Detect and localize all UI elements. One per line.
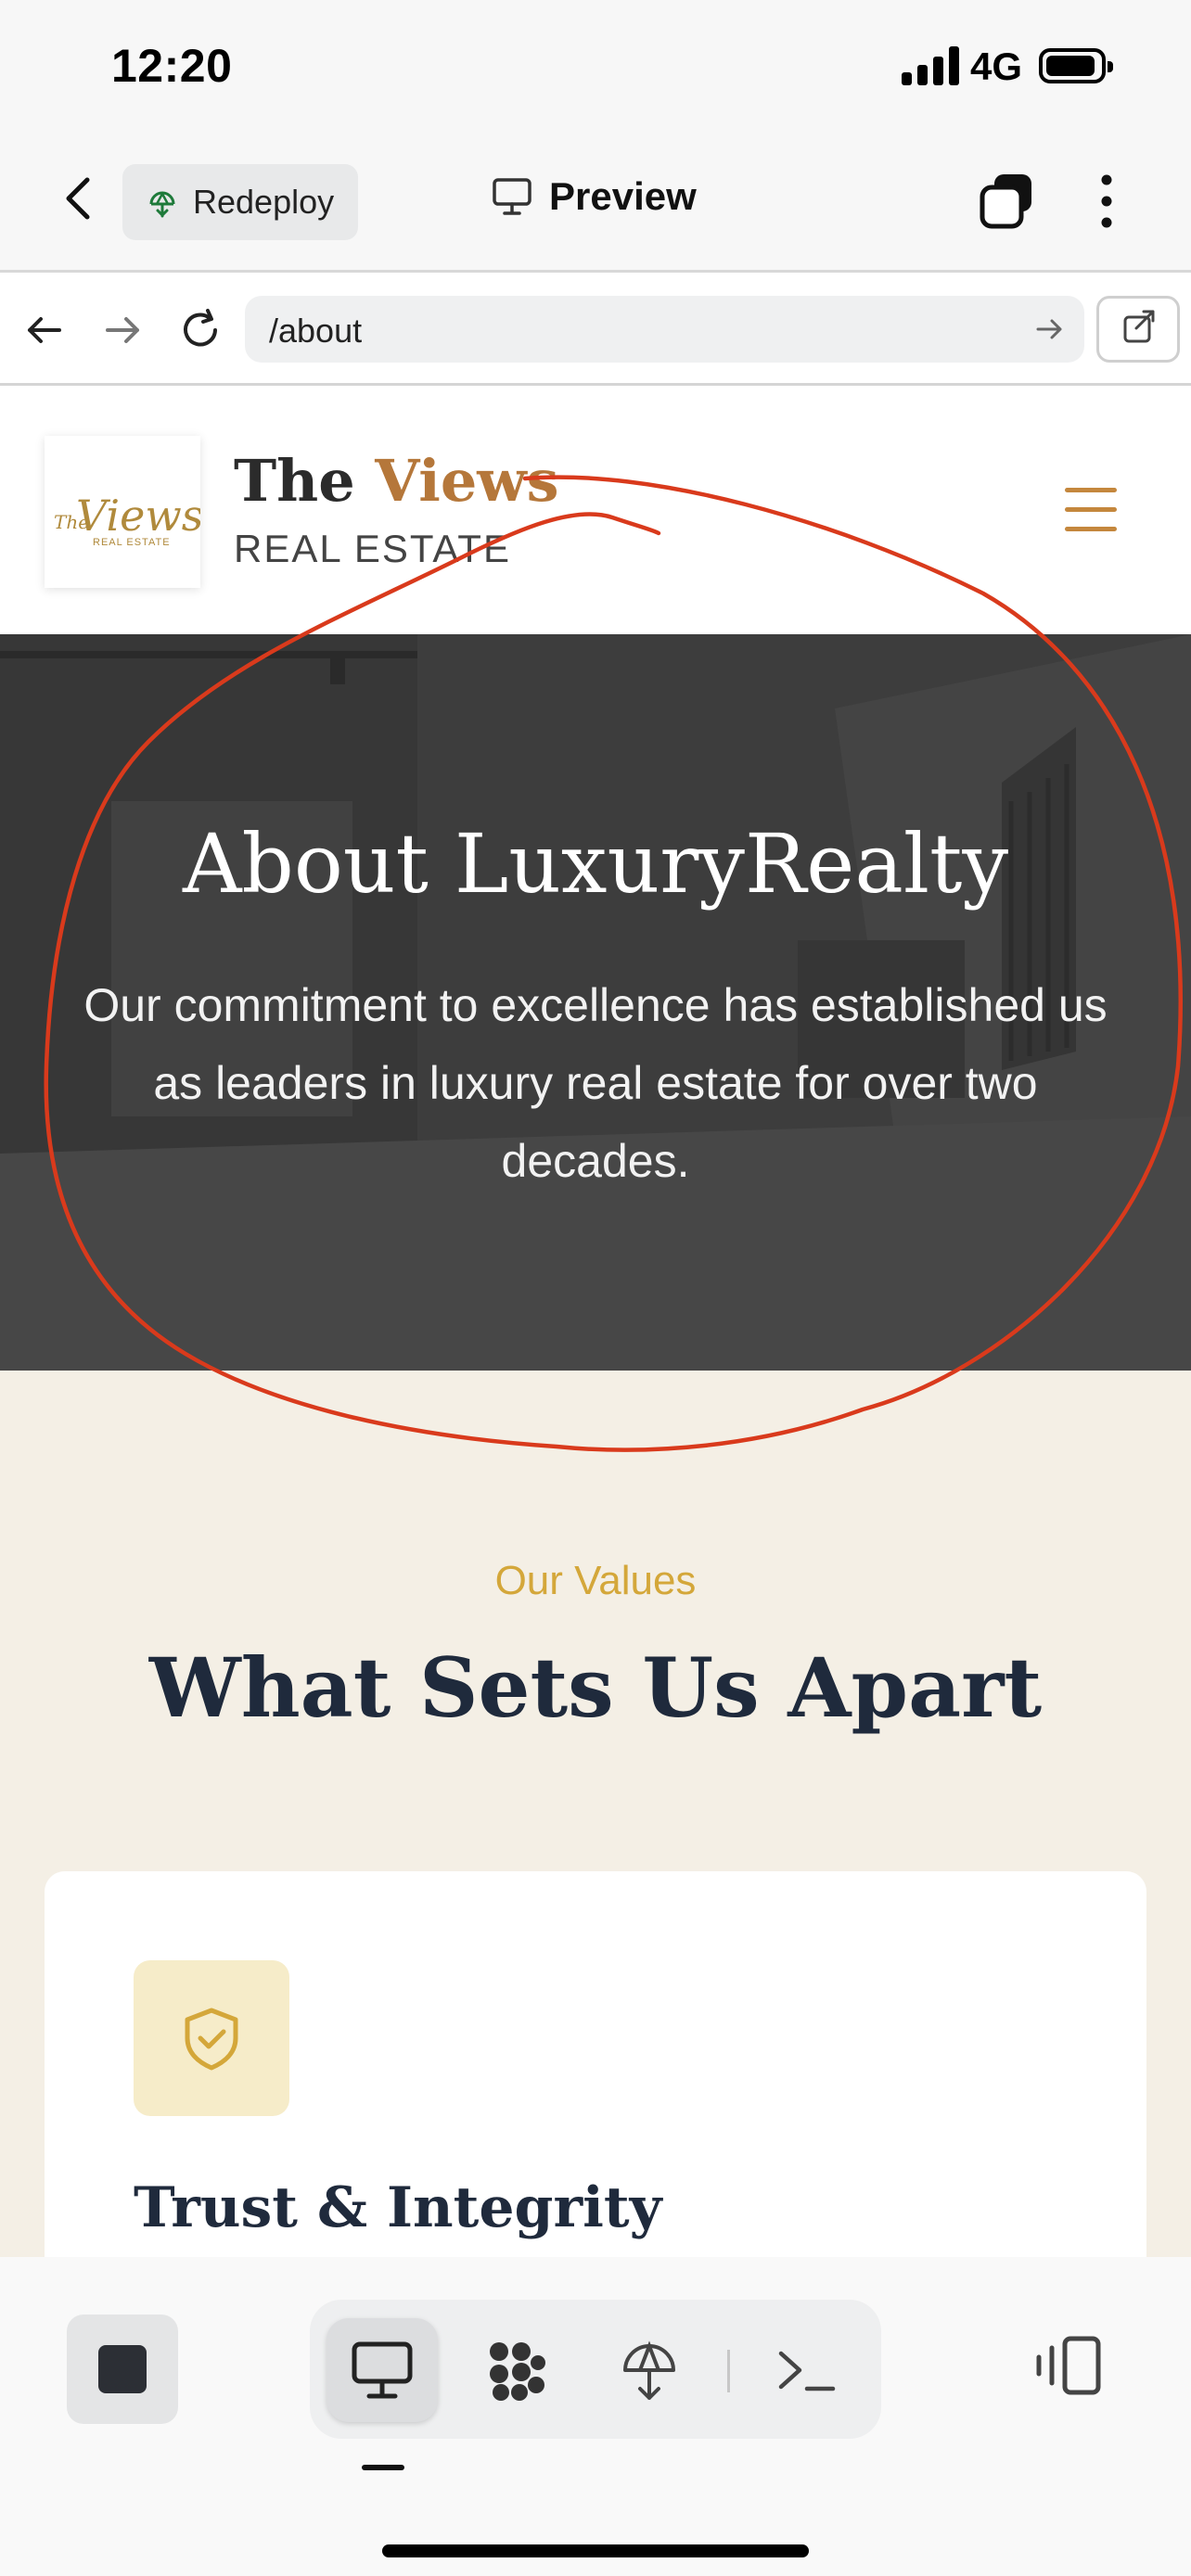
- more-vertical-icon: [1101, 174, 1112, 228]
- status-bar: 12:20 4G: [0, 0, 1191, 130]
- active-mode-indicator: [362, 2465, 404, 2470]
- desktop-icon: [352, 2341, 413, 2399]
- terminal-icon: [778, 2351, 836, 2391]
- network-label: 4G: [970, 45, 1023, 88]
- deploy-icon: [149, 191, 175, 218]
- stop-button[interactable]: [67, 2315, 178, 2424]
- back-button[interactable]: [52, 171, 108, 226]
- status-time: 12:20: [111, 40, 233, 92]
- mode-integrations-button[interactable]: [460, 2318, 571, 2422]
- hero-title: About LuxuryRealty: [182, 816, 1009, 912]
- stop-icon: [98, 2345, 147, 2393]
- browser-back-button[interactable]: [20, 306, 69, 354]
- values-heading: What Sets Us Apart: [148, 1639, 1043, 1736]
- arrow-left-icon: [28, 317, 61, 343]
- browser-forward-button[interactable]: [98, 306, 147, 354]
- tabs-button[interactable]: [978, 171, 1037, 232]
- integrations-icon: [490, 2342, 545, 2401]
- more-options-button[interactable]: [1093, 171, 1121, 232]
- go-arrow-icon[interactable]: [1031, 311, 1068, 348]
- mode-switcher: [310, 2300, 881, 2439]
- svg-text:REAL ESTATE: REAL ESTATE: [93, 537, 171, 548]
- hero-text: Our commitment to excellence has establi…: [83, 979, 1108, 1187]
- panel-toggle-icon: [1036, 2336, 1101, 2395]
- home-indicator[interactable]: [382, 2544, 809, 2557]
- tabs-icon: [980, 174, 1031, 229]
- chevron-left-icon: [66, 177, 90, 220]
- reload-icon: [184, 309, 217, 347]
- app-toolbar: Redeploy Preview: [0, 130, 1191, 273]
- logo-image: The Views REAL ESTATE: [54, 491, 203, 548]
- bottom-toolbar: [0, 2257, 1191, 2576]
- brand-name-accent: Views: [375, 447, 559, 515]
- preview-tab[interactable]: Preview: [492, 174, 697, 219]
- arrow-right-icon: [106, 317, 139, 343]
- preview-label: Preview: [549, 174, 697, 218]
- signal-icon: [902, 46, 959, 85]
- mode-separator: [727, 2350, 730, 2392]
- values-section: Our Values What Sets Us Apart Trust & In…: [0, 1371, 1191, 2353]
- brand-name-main: The: [234, 447, 355, 515]
- browser-url-row: /about: [0, 273, 1191, 386]
- url-input[interactable]: /about: [245, 296, 1084, 363]
- hero-section: About LuxuryRealty Our commitment to exc…: [0, 634, 1191, 1371]
- reload-button[interactable]: [176, 306, 224, 354]
- mode-preview-button[interactable]: [327, 2318, 438, 2422]
- open-external-button[interactable]: [1096, 296, 1180, 363]
- mode-terminal-button[interactable]: [751, 2318, 863, 2422]
- svg-text:Views: Views: [76, 491, 200, 541]
- external-link-icon: [1123, 310, 1155, 343]
- monitor-icon: [493, 178, 531, 215]
- site-header: The Views REAL ESTATE The Views REAL EST…: [0, 386, 1191, 634]
- site-logo[interactable]: The Views REAL ESTATE: [45, 436, 203, 588]
- mode-deploy-button[interactable]: [594, 2318, 705, 2422]
- values-eyebrow: Our Values: [494, 1558, 697, 1603]
- value-card-title: Trust & Integrity: [134, 2175, 662, 2240]
- url-text: /about: [269, 312, 363, 350]
- value-card-icon-box: [134, 1960, 289, 2116]
- battery-icon: [1039, 48, 1113, 83]
- hamburger-menu-button[interactable]: [1065, 488, 1117, 532]
- brand-subtitle: REAL ESTATE: [234, 527, 511, 570]
- shield-check-icon: [185, 2008, 238, 2071]
- redeploy-button[interactable]: Redeploy: [122, 164, 358, 240]
- redeploy-label: Redeploy: [193, 183, 335, 221]
- deploy-icon: [623, 2340, 675, 2400]
- panel-toggle-button[interactable]: [1033, 2335, 1104, 2396]
- brand-name: The Views: [234, 447, 559, 515]
